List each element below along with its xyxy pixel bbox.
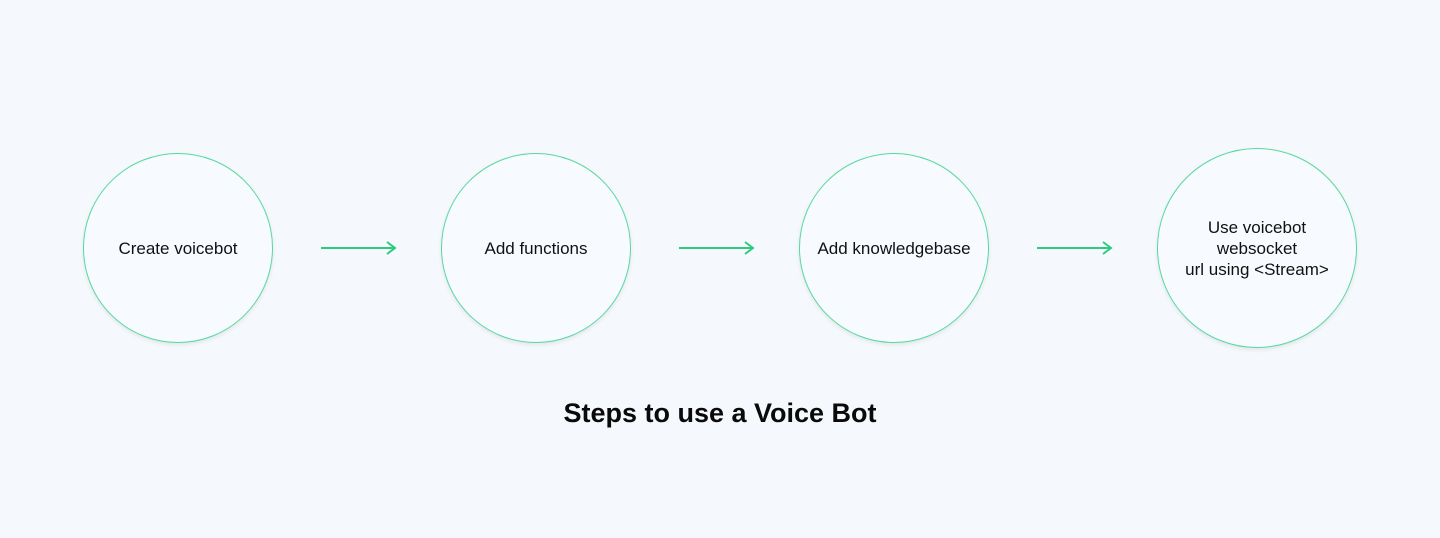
arrow-right-icon xyxy=(1037,241,1113,255)
arrow-right-icon xyxy=(321,241,397,255)
step-label: Add functions xyxy=(484,238,588,258)
step-label: Create voicebot xyxy=(118,238,238,258)
arrow-right-icon xyxy=(679,241,755,255)
steps-flow-diagram: Create voicebot Add functions Add knowle… xyxy=(0,0,1440,538)
step-node-add-functions: Add functions xyxy=(441,153,631,343)
step-label: Add knowledgebase xyxy=(817,238,971,258)
step-label: Use voicebot websocket url using <Stream… xyxy=(1185,217,1329,279)
step-node-create-voicebot: Create voicebot xyxy=(83,153,273,343)
diagram-title: Steps to use a Voice Bot xyxy=(563,398,877,428)
step-node-add-knowledgebase: Add knowledgebase xyxy=(799,153,989,343)
step-node-use-websocket-url: Use voicebot websocket url using <Stream… xyxy=(1157,148,1357,348)
